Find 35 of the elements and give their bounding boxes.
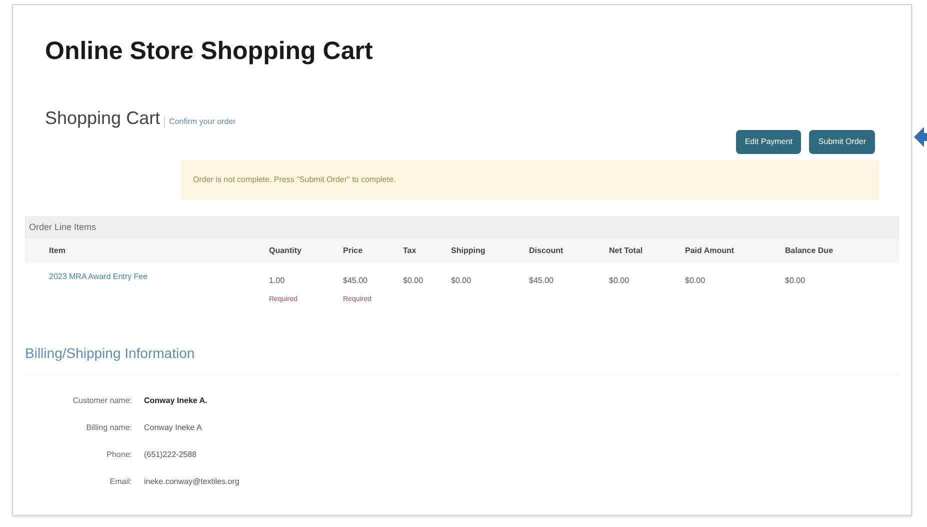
field-label: Email: <box>108 476 132 488</box>
column-header: Item <box>49 245 66 257</box>
page-title: Online Store Shopping Cart <box>45 36 373 67</box>
subtitle-link[interactable]: Confirm your order <box>164 116 236 128</box>
field-label: Customer name: <box>72 394 132 406</box>
field-value: (651)222-2588 <box>144 448 196 460</box>
field-label: Phone: <box>106 448 132 460</box>
section-heading: Billing/Shipping Information <box>25 344 195 360</box>
section-title: Shopping Cart <box>45 106 160 130</box>
column-header: Net Total <box>609 245 643 257</box>
alert-message: Order is not complete. Press "Submit Order" to complete. <box>181 160 879 200</box>
table-cell: 1.00 <box>269 275 285 287</box>
column-header: Discount <box>529 245 564 257</box>
column-header: Paid Amount <box>685 245 734 257</box>
table-cell: $0.00 <box>685 275 706 287</box>
field-label: Billing name: <box>85 422 132 434</box>
arrow-icon <box>914 127 927 147</box>
action-button[interactable]: Edit Payment <box>736 130 802 154</box>
action-button[interactable]: Submit Order <box>809 130 875 154</box>
table-caption: Order Line Items <box>25 216 899 239</box>
table-cell: $45.00 <box>529 275 554 287</box>
table-cell: $0.00 <box>451 275 472 287</box>
table-cell: $0.00 <box>403 275 424 287</box>
item-link[interactable]: 2023 MRA Award Entry Fee <box>49 271 148 283</box>
column-header: Shipping <box>451 245 486 257</box>
column-header: Price <box>343 245 363 257</box>
column-header: Quantity <box>269 245 302 257</box>
table-cell: $45.00 <box>343 275 368 287</box>
column-header: Tax <box>403 245 416 257</box>
field-value: Conway Ineke A <box>144 422 202 434</box>
field-value: ineke.conway@textiles.org <box>144 476 240 488</box>
table-cell: $0.00 <box>785 275 806 287</box>
field-value: Conway Ineke A. <box>144 394 208 406</box>
table-cell: $0.00 <box>609 275 630 287</box>
column-header: Balance Due <box>785 245 834 257</box>
